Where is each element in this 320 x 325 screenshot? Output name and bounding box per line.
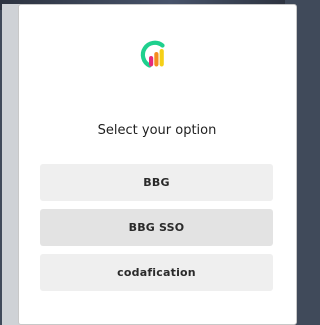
option-bbg-button[interactable]: BBG xyxy=(40,164,273,201)
option-label: BBG xyxy=(143,176,170,189)
option-codafication-button[interactable]: codafication xyxy=(40,254,273,291)
dialog-title: Select your option xyxy=(97,123,217,138)
gradient-bar-chart-logo-icon xyxy=(140,40,165,68)
option-dialog: Select your option BBG BBG SSO codaficat… xyxy=(18,4,297,325)
option-label: BBG SSO xyxy=(128,221,185,234)
option-bbg-sso-button[interactable]: BBG SSO xyxy=(40,209,273,246)
option-label: codafication xyxy=(117,266,196,279)
